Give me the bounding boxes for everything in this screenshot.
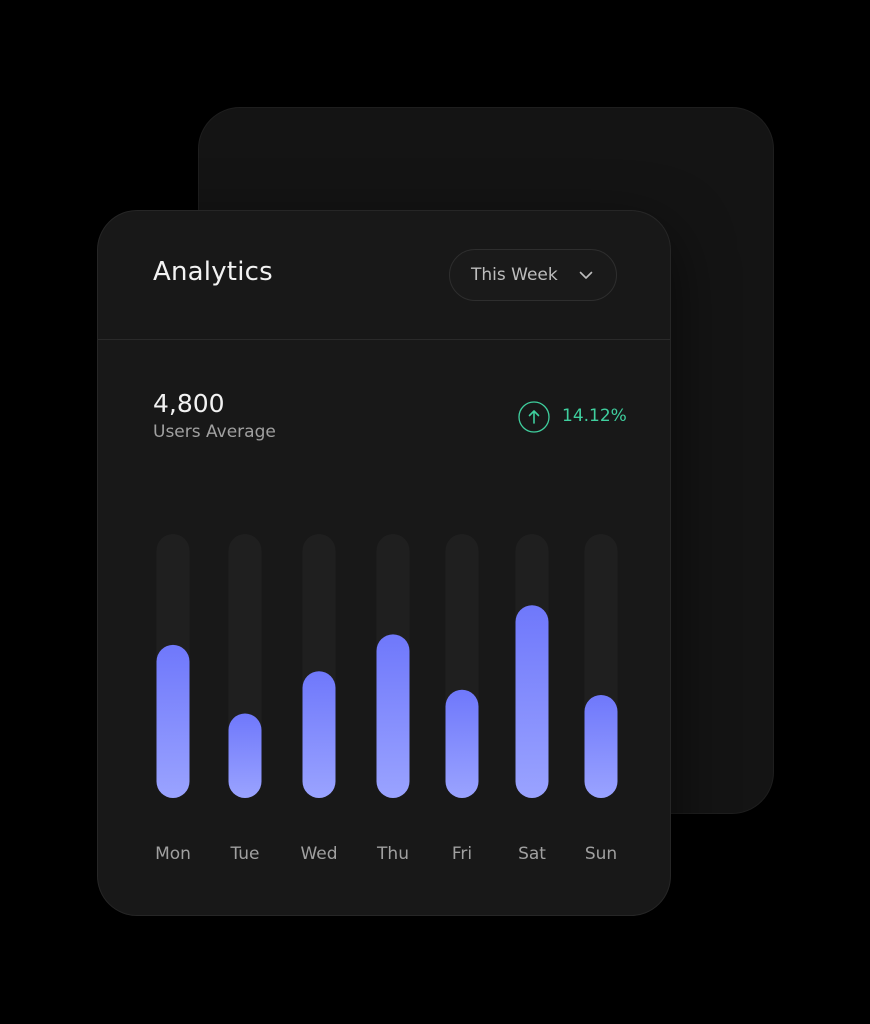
users-average-label: Users Average <box>153 422 276 442</box>
bar-thu[interactable] <box>376 634 410 798</box>
bar-track-mon <box>156 534 190 798</box>
card-title: Analytics <box>153 257 273 287</box>
bar-sat[interactable] <box>515 605 549 798</box>
arrow-up-icon <box>518 401 550 433</box>
stage: Analytics This Week 4,800 Users Average … <box>0 0 870 1024</box>
users-average-value: 4,800 <box>153 389 225 418</box>
bar-fri[interactable] <box>445 689 479 798</box>
period-dropdown[interactable]: This Week <box>449 249 617 301</box>
bar-track-sun <box>584 534 618 798</box>
bar-track-tue <box>228 534 262 798</box>
x-tick-label-sat: Sat <box>518 844 546 864</box>
x-tick-label-fri: Fri <box>452 844 472 864</box>
bar-track-sat <box>515 534 549 798</box>
x-tick-label-mon: Mon <box>155 844 191 864</box>
bar-track-fri <box>445 534 479 798</box>
bar-tue[interactable] <box>228 713 262 798</box>
x-tick-label-tue: Tue <box>229 844 259 864</box>
period-dropdown-label: This Week <box>471 265 558 285</box>
bar-track-wed <box>302 534 336 798</box>
bar-mon[interactable] <box>156 644 190 798</box>
chevron-down-icon <box>579 271 593 279</box>
card-header: Analytics This Week <box>98 211 670 340</box>
bar-track-thu <box>376 534 410 798</box>
x-tick-label-sun: Sun <box>585 844 617 864</box>
change-percentage: 14.12% <box>562 406 627 426</box>
x-tick-label-wed: Wed <box>300 844 337 864</box>
bar-wed[interactable] <box>302 671 336 798</box>
analytics-card: Analytics This Week 4,800 Users Average … <box>97 210 671 916</box>
bar-sun[interactable] <box>584 695 618 798</box>
x-tick-label-thu: Thu <box>376 844 409 864</box>
